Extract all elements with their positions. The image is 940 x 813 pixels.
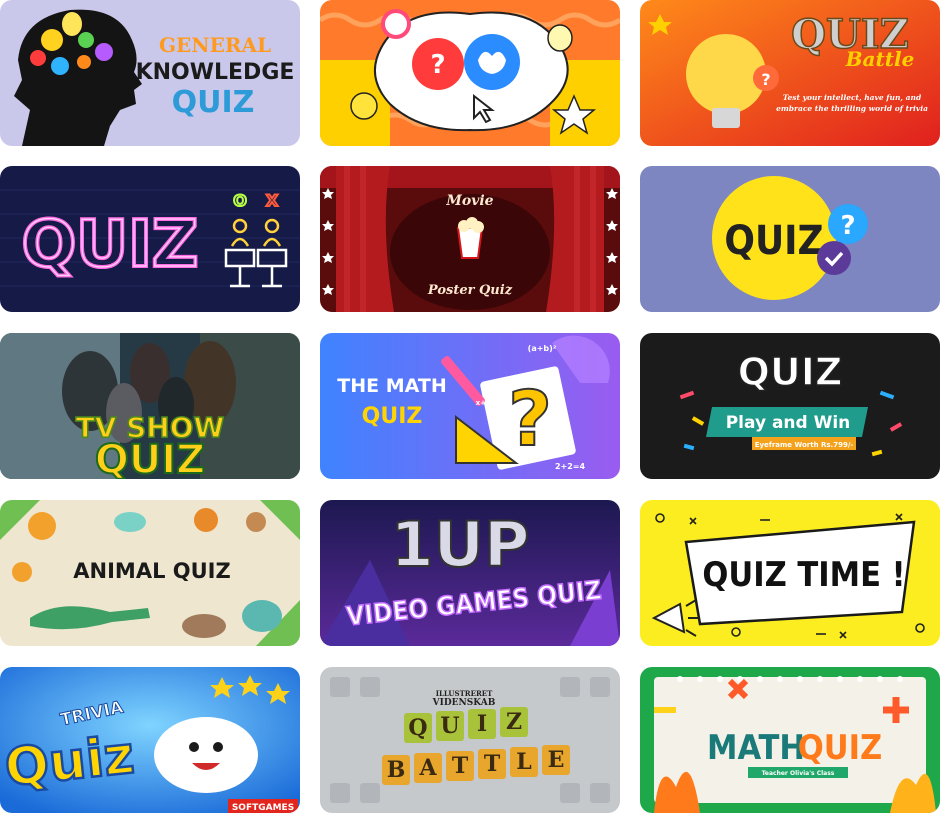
title-glow: QUIZ: [22, 208, 199, 282]
svg-text:Q: Q: [408, 715, 427, 741]
title-line-2: KNOWLEDGE: [136, 60, 295, 85]
title-line-1: THE MATH: [337, 375, 446, 397]
title: QUIZ: [738, 350, 843, 394]
brand-label: SOFTGAMES: [232, 803, 294, 813]
class-label: Teacher Olivia's Class: [762, 770, 835, 777]
title-bottom: Poster Quiz: [427, 283, 513, 298]
card-tv-show-art: TV SHOW QUIZ: [0, 333, 300, 479]
question-mark: ?: [840, 211, 855, 241]
title-line-1: 1UP: [391, 508, 530, 581]
lightbulb-icon: [547, 24, 573, 52]
title-top: Movie: [445, 193, 493, 209]
card-quiz-time-art: QUIZ TIME !: [640, 500, 940, 646]
banner-text: Play and Win: [726, 413, 851, 433]
svg-text:L: L: [516, 749, 531, 775]
svg-text:Z: Z: [506, 709, 522, 735]
formula-3: 2+2=4: [555, 462, 586, 471]
card-animal-quiz[interactable]: ANIMAL QUIZ: [0, 500, 300, 646]
whale-icon: [114, 512, 146, 532]
card-math-quiz-teacher[interactable]: MATH QUIZ Teacher Olivia's Class: [640, 667, 940, 813]
card-neon-quiz[interactable]: QUIZ QUIZ O X: [0, 166, 300, 312]
svg-text:I: I: [477, 711, 487, 737]
checkmark-icon: [817, 241, 851, 275]
owl-icon: [12, 562, 32, 582]
card-tv-show-quiz[interactable]: TV SHOW QUIZ: [0, 333, 300, 479]
svg-text:U: U: [440, 713, 459, 739]
svg-text:T: T: [484, 751, 501, 777]
title: ANIMAL QUIZ: [73, 559, 230, 583]
card-general-knowledge-quiz[interactable]: GENERAL KNOWLEDGE QUIZ: [0, 0, 300, 146]
brand-line-1: ILLUSTRERET: [436, 689, 493, 698]
card-trivia-quiz[interactable]: TRIVIA Quiz SOFTGAMES: [0, 667, 300, 813]
title: QUIZ TIME !: [702, 555, 905, 595]
monkey-icon: [246, 512, 266, 532]
svg-text:A: A: [418, 755, 437, 781]
elephant-icon: [242, 600, 282, 632]
card-general-knowledge-art: GENERAL KNOWLEDGE QUIZ: [0, 0, 300, 146]
card-speech-bubble-quiz[interactable]: ?: [320, 0, 620, 146]
title-word-1: MATH: [707, 728, 805, 768]
quiz-card-grid: GENERAL KNOWLEDGE QUIZ ? ? QUIZ Battle T…: [0, 0, 940, 813]
title-line-3: QUIZ: [172, 85, 255, 120]
cloud-mascot: [154, 717, 258, 793]
card-quiz-question-art: QUIZ ?: [640, 166, 940, 312]
title-line-1: GENERAL: [159, 33, 271, 57]
card-quiz-time[interactable]: QUIZ TIME !: [640, 500, 940, 646]
subbanner-text: Eyeframe Worth Rs.799/-: [755, 441, 854, 449]
card-movie-poster-art: Movie Poster Quiz: [320, 166, 620, 312]
question-mark: ?: [508, 374, 552, 463]
formula-2: x+y=?: [476, 399, 501, 407]
smiley-icon: [350, 92, 378, 120]
card-speech-bubble-art: ?: [320, 0, 620, 146]
title-word-2: QUIZ: [798, 728, 882, 768]
card-quiz-question[interactable]: QUIZ ?: [640, 166, 940, 312]
gear-icon: [41, 29, 63, 51]
o-mark: O: [233, 191, 247, 210]
formula-1: (a+b)²: [528, 344, 557, 353]
svg-text:E: E: [548, 747, 565, 773]
tiger-icon: [194, 508, 218, 532]
card-play-and-win-art: QUIZ Play and Win Eyeframe Worth Rs.799/…: [640, 333, 940, 479]
card-trivia-quiz-art: TRIVIA Quiz SOFTGAMES: [0, 667, 300, 813]
lightbulb-icon: [62, 12, 82, 36]
svg-text:B: B: [387, 757, 406, 783]
card-movie-poster-quiz[interactable]: Movie Poster Quiz: [320, 166, 620, 312]
title-line-2: QUIZ: [95, 437, 205, 479]
svg-text:T: T: [452, 753, 469, 779]
tagline-line-2: embrace the thrilling world of trivia: [776, 104, 928, 113]
lion-icon: [28, 512, 56, 540]
flower-icon: [381, 9, 411, 39]
subtitle: Battle: [845, 47, 915, 71]
brand-line-2: VIDENSKAB: [432, 698, 496, 708]
title: QUIZ: [724, 218, 823, 264]
card-math-quiz-teacher-art: MATH QUIZ Teacher Olivia's Class: [640, 667, 940, 813]
card-quiz-battle-trivia[interactable]: ? QUIZ Battle Test your intellect, have …: [640, 0, 940, 146]
x-mark: X: [266, 191, 279, 210]
card-math-quiz-art: THE MATH QUIZ ? (a+b)² x+y=? 2+2=4: [320, 333, 620, 479]
card-play-and-win[interactable]: QUIZ Play and Win Eyeframe Worth Rs.799/…: [640, 333, 940, 479]
rhino-icon: [182, 614, 226, 638]
tagline-line-1: Test your intellect, have fun, and: [783, 93, 922, 102]
card-quiz-battle-art: ? QUIZ Battle Test your intellect, have …: [640, 0, 940, 146]
question-mark: ?: [430, 50, 445, 80]
card-video-games-quiz[interactable]: 1UP VIDEO GAMES QUIZ: [320, 500, 620, 646]
card-illustreret-quiz-battle[interactable]: ILLUSTRERET VIDENSKAB Q U I Z B A T T L …: [320, 667, 620, 813]
minus-icon: [654, 707, 676, 713]
card-math-quiz[interactable]: THE MATH QUIZ ? (a+b)² x+y=? 2+2=4: [320, 333, 620, 479]
lightbulb-icon: [712, 108, 740, 128]
card-video-games-art: 1UP VIDEO GAMES QUIZ: [320, 500, 620, 646]
card-neon-quiz-art: QUIZ QUIZ O X: [0, 166, 300, 312]
title-line-2: QUIZ: [362, 404, 423, 429]
card-animal-quiz-art: ANIMAL QUIZ: [0, 500, 300, 646]
question-mark: ?: [761, 70, 770, 89]
card-illustreret-art: ILLUSTRERET VIDENSKAB Q U I Z B A T T L …: [320, 667, 620, 813]
